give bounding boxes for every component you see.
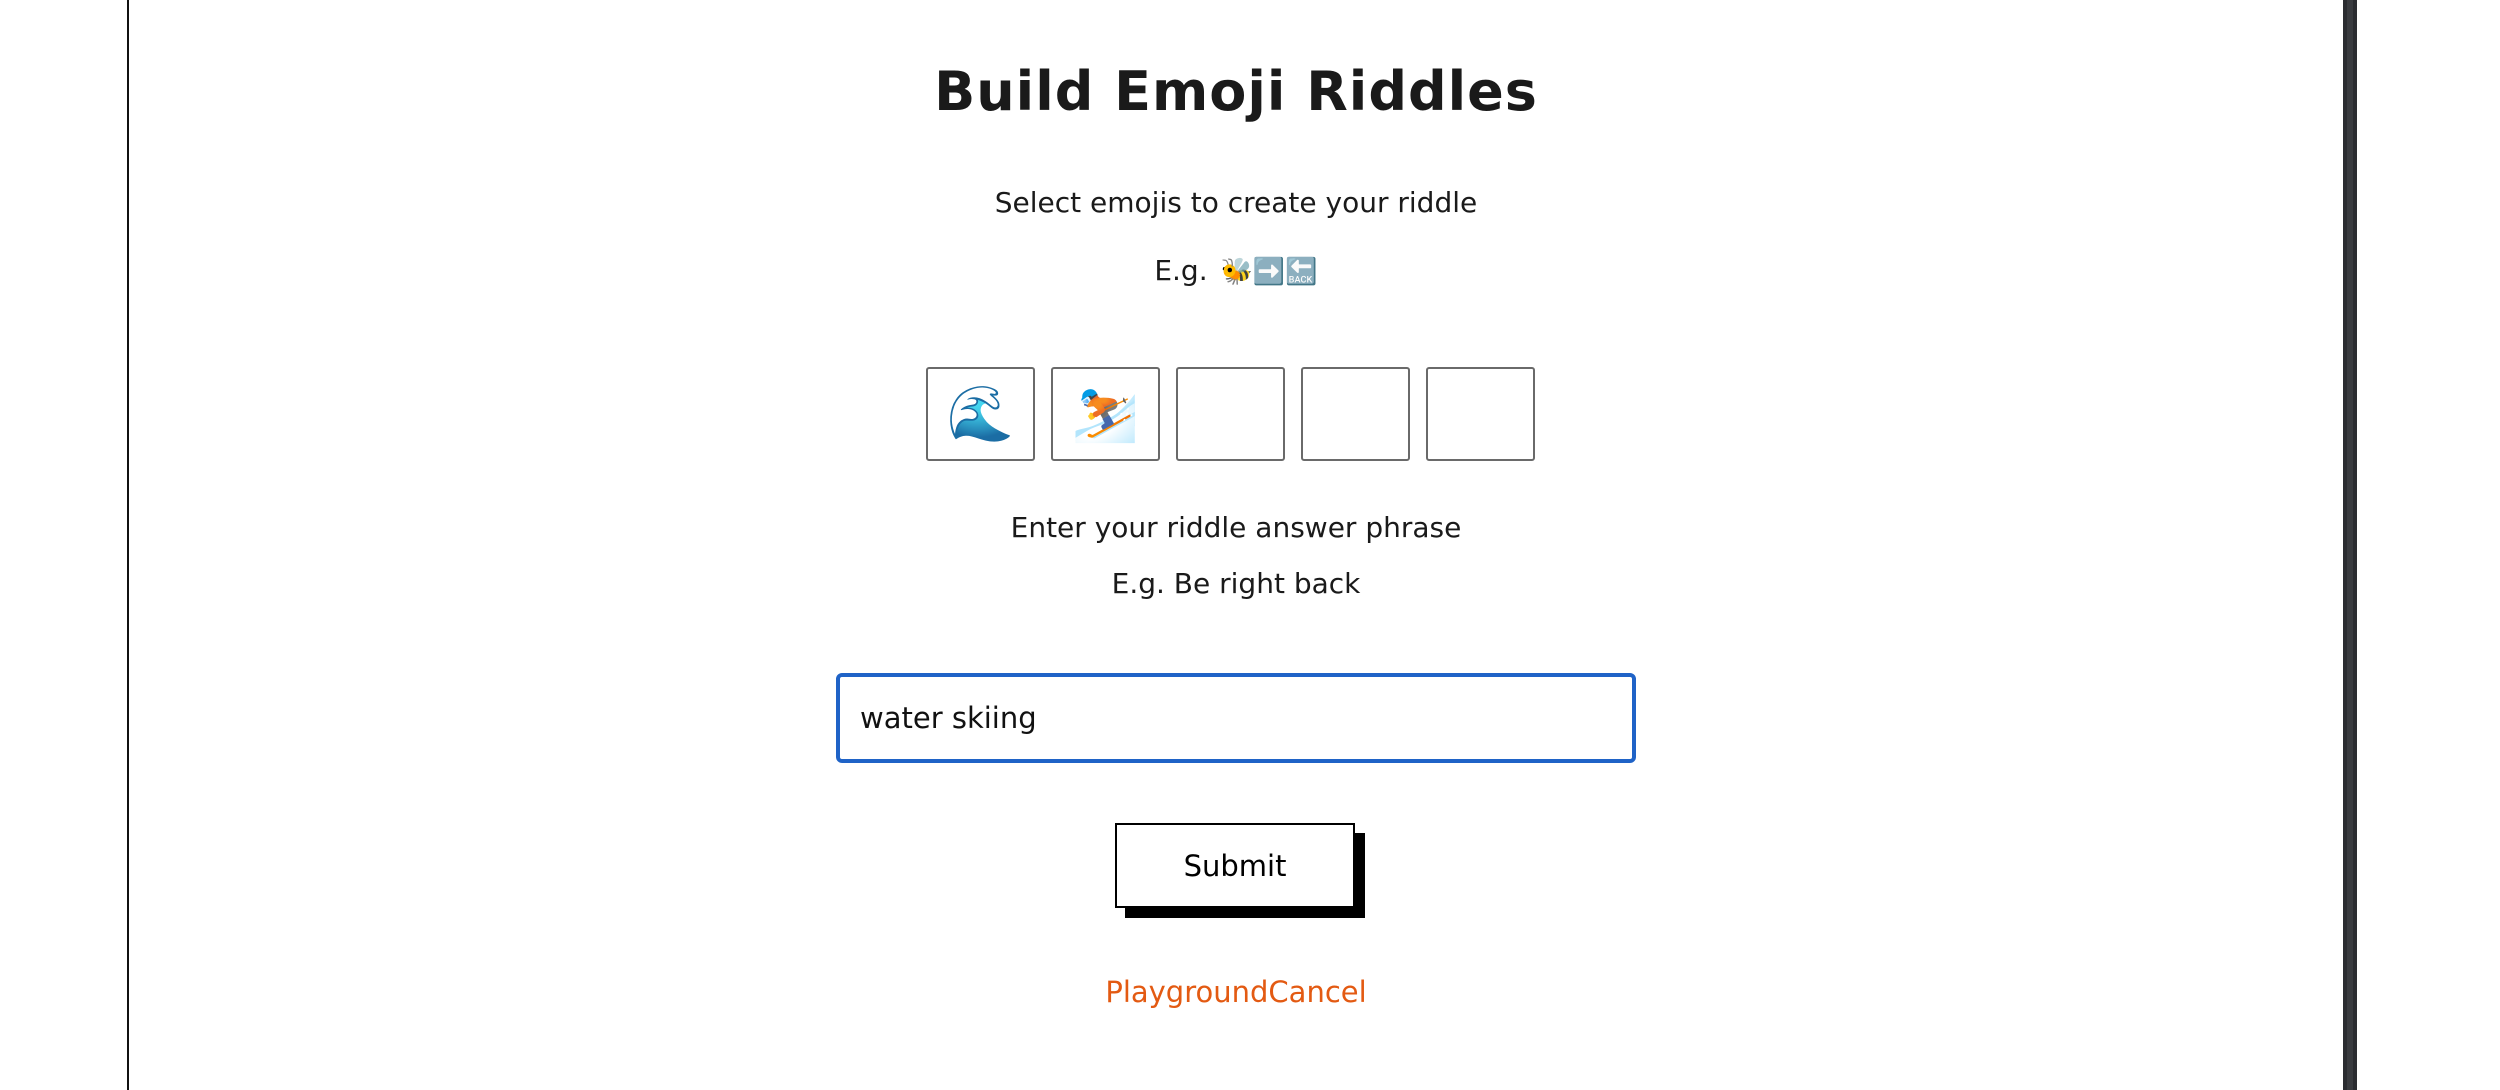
select-instruction: Select emojis to create your riddle xyxy=(994,186,1478,219)
cancel-link[interactable]: Cancel xyxy=(1268,975,1366,1009)
page-left-border xyxy=(127,0,129,1090)
emoji-slot-4[interactable] xyxy=(1301,367,1410,461)
emoji-example: E.g. 🐝➡️🔙 xyxy=(0,254,2472,287)
emoji-slot-5[interactable] xyxy=(1426,367,1535,461)
emoji-slot-1[interactable]: 🌊 xyxy=(926,367,1035,461)
emoji-example-emojis: 🐝➡️🔙 xyxy=(1220,257,1318,287)
footer-links: PlaygroundCancel xyxy=(0,975,2472,1009)
scrollbar[interactable] xyxy=(2343,0,2357,1090)
answer-input[interactable] xyxy=(836,673,1636,763)
page-title: Build Emoji Riddles xyxy=(934,60,1538,123)
emoji-example-prefix: E.g. xyxy=(1154,254,1208,287)
submit-button-wrapper: Submit xyxy=(1115,823,1365,921)
answer-example: E.g. Be right back xyxy=(1111,567,1361,600)
emoji-slot-3[interactable] xyxy=(1176,367,1285,461)
emoji-slot-2[interactable]: ⛷️ xyxy=(1051,367,1160,461)
emoji-slot-row: 🌊 ⛷️ xyxy=(926,367,1535,461)
submit-button[interactable]: Submit xyxy=(1115,823,1355,908)
playground-link[interactable]: Playground xyxy=(1105,975,1268,1009)
answer-label: Enter your riddle answer phrase xyxy=(1010,511,1462,544)
